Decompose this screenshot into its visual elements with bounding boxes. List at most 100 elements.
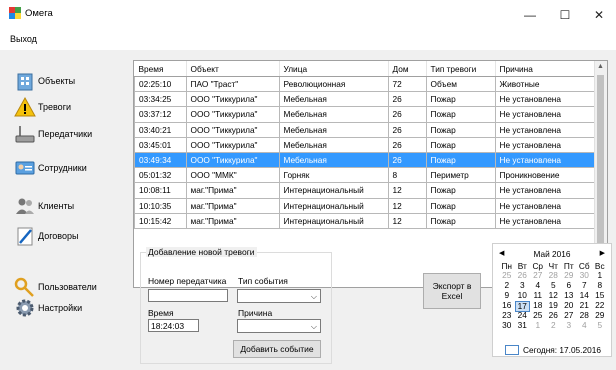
sidebar-item-label: Договоры xyxy=(38,231,79,241)
time-input[interactable]: 18:24:03 xyxy=(148,319,199,332)
sidebar-item-contracts[interactable]: Договоры xyxy=(0,225,120,247)
month-calendar[interactable]: ◀ Май 2016 ▶ Пн Вт Ср Чт Пт Сб Вс 25 26 … xyxy=(492,243,612,357)
table-row[interactable]: 10:08:11 маг."Прима" Интернациональный 1… xyxy=(134,182,596,199)
cell-reason: Не установлена xyxy=(494,151,596,169)
calendar-day[interactable]: 30 xyxy=(577,271,593,280)
calendar-day[interactable]: 8 xyxy=(592,281,608,290)
calendar-day[interactable]: 28 xyxy=(577,311,593,320)
calendar-day[interactable]: 28 xyxy=(546,271,562,280)
table-row[interactable]: 03:40:21 ООО "Тиккурила" Мебельная 26 По… xyxy=(134,121,596,138)
calendar-day[interactable]: 25 xyxy=(530,311,546,320)
calendar-day[interactable]: 3 xyxy=(561,321,577,330)
column-header-reason[interactable]: Причина xyxy=(495,61,596,77)
cell-alarm-type: Пожар xyxy=(425,121,496,138)
calendar-day[interactable]: 5 xyxy=(546,281,562,290)
calendar-day[interactable]: 4 xyxy=(530,281,546,290)
calendar-day[interactable]: 4 xyxy=(577,321,593,330)
table-row[interactable]: 10:10:35 маг."Прима" Интернациональный 1… xyxy=(134,197,596,214)
cell-house: 12 xyxy=(387,182,427,199)
cell-time: 03:40:21 xyxy=(134,121,187,138)
calendar-day[interactable]: 12 xyxy=(546,291,562,300)
column-header-object[interactable]: Объект xyxy=(186,61,280,77)
calendar-day[interactable]: 6 xyxy=(561,281,577,290)
gear-icon xyxy=(16,299,34,317)
cell-object: ПАО "Траст" xyxy=(185,75,280,93)
maximize-button[interactable]: ☐ xyxy=(548,0,582,30)
event-type-label: Тип события xyxy=(238,276,288,286)
column-header-alarm-type[interactable]: Тип тревоги xyxy=(426,61,496,77)
calendar-day[interactable]: 3 xyxy=(515,281,531,290)
sidebar-item-label: Клиенты xyxy=(38,201,75,211)
sidebar-item-objects[interactable]: Объекты xyxy=(0,70,120,92)
export-excel-button[interactable]: Экспорт в Excel xyxy=(423,273,481,309)
column-header-street[interactable]: Улица xyxy=(279,61,389,77)
transmitter-number-input[interactable] xyxy=(148,289,228,302)
table-row[interactable]: 02:25:10 ПАО "Траст" Революционная 72 Об… xyxy=(134,75,596,93)
calendar-day[interactable]: 26 xyxy=(515,271,531,280)
minimize-button[interactable]: — xyxy=(513,0,547,30)
calendar-day[interactable]: 2 xyxy=(546,321,562,330)
grid-header: Время Объект Улица Дом Тип тревоги Причи… xyxy=(134,61,596,77)
calendar-day[interactable]: 1 xyxy=(530,321,546,330)
calendar-day[interactable]: 27 xyxy=(530,271,546,280)
cell-time: 03:49:34 xyxy=(134,151,187,169)
calendar-month-title[interactable]: Май 2016 xyxy=(493,249,611,259)
cell-street: Мебельная xyxy=(278,121,389,138)
transmitter-label: Номер передатчика xyxy=(148,276,227,286)
key-icon xyxy=(14,277,34,297)
column-header-house[interactable]: Дом xyxy=(388,61,427,77)
calendar-today-link[interactable]: Сегодня: 17.05.2016 xyxy=(505,345,601,355)
table-row[interactable]: 03:37:12 ООО "Тиккурила" Мебельная 26 По… xyxy=(134,106,596,123)
table-row[interactable]: 03:34:25 ООО "Тиккурила" Мебельная 26 По… xyxy=(134,91,596,108)
add-event-button[interactable]: Добавить событие xyxy=(233,340,321,358)
event-type-select[interactable]: ⌵ xyxy=(237,289,321,303)
column-header-time[interactable]: Время xyxy=(134,61,187,77)
close-button[interactable]: ✕ xyxy=(582,0,616,30)
menu-exit[interactable]: Выход xyxy=(10,34,37,44)
table-row[interactable]: 03:45:01 ООО "Тиккурила" Мебельная 26 По… xyxy=(134,136,596,153)
calendar-day[interactable]: 11 xyxy=(530,291,546,300)
cell-time: 03:45:01 xyxy=(134,136,187,153)
calendar-day[interactable]: 7 xyxy=(577,281,593,290)
users-icon xyxy=(16,198,34,214)
sidebar-item-alarms[interactable]: Тревоги xyxy=(0,96,120,118)
table-row[interactable]: 05:01:32 ООО "ММК" Горняк 8 Периметр Про… xyxy=(134,167,596,184)
calendar-day[interactable]: 9 xyxy=(499,291,515,300)
building-icon xyxy=(17,73,33,91)
calendar-day[interactable]: 31 xyxy=(515,321,531,330)
calendar-day[interactable]: 2 xyxy=(499,281,515,290)
cell-street: Интернациональный xyxy=(278,197,389,214)
sidebar-item-users[interactable]: Пользователи xyxy=(0,276,120,298)
calendar-day[interactable]: 13 xyxy=(561,291,577,300)
sidebar-item-employees[interactable]: Сотрудники xyxy=(0,157,120,179)
calendar-day[interactable]: 26 xyxy=(546,311,562,320)
calendar-day[interactable]: 1 xyxy=(592,271,608,280)
calendar-day[interactable]: 15 xyxy=(592,291,608,300)
table-row-selected[interactable]: 03:49:34 ООО "Тиккурила" Мебельная 26 По… xyxy=(134,151,596,169)
calendar-day[interactable]: 10 xyxy=(515,291,531,300)
calendar-day[interactable]: 5 xyxy=(592,321,608,330)
calendar-next-icon[interactable]: ▶ xyxy=(600,249,605,257)
table-row[interactable]: 10:15:42 маг."Прима" Интернациональный 1… xyxy=(134,212,596,229)
calendar-day[interactable]: 25 xyxy=(499,271,515,280)
calendar-day[interactable]: 29 xyxy=(561,271,577,280)
cell-house: 26 xyxy=(387,151,427,169)
cell-time: 02:25:10 xyxy=(134,75,187,93)
calendar-day[interactable]: 27 xyxy=(561,311,577,320)
calendar-day[interactable]: 29 xyxy=(592,311,608,320)
cell-time: 10:10:35 xyxy=(134,197,187,214)
calendar-day[interactable]: 23 xyxy=(499,311,515,320)
calendar-day[interactable]: 24 xyxy=(515,311,531,320)
calendar-day[interactable]: 30 xyxy=(499,321,515,330)
sidebar-item-transmitters[interactable]: Передатчики xyxy=(0,123,120,145)
add-alarm-group: Добавление новой тревоги Номер передатчи… xyxy=(140,247,332,364)
reason-select[interactable]: ⌵ xyxy=(237,319,321,333)
scroll-up-icon[interactable]: ▲ xyxy=(597,63,604,70)
sidebar-item-settings[interactable]: Настройки xyxy=(0,297,120,319)
cell-object: маг."Прима" xyxy=(185,182,280,199)
cell-street: Мебельная xyxy=(278,151,389,169)
scrollbar-thumb[interactable] xyxy=(597,75,604,265)
sidebar-item-clients[interactable]: Клиенты xyxy=(0,195,120,217)
transmitter-icon xyxy=(15,126,35,143)
calendar-day[interactable]: 14 xyxy=(577,291,593,300)
